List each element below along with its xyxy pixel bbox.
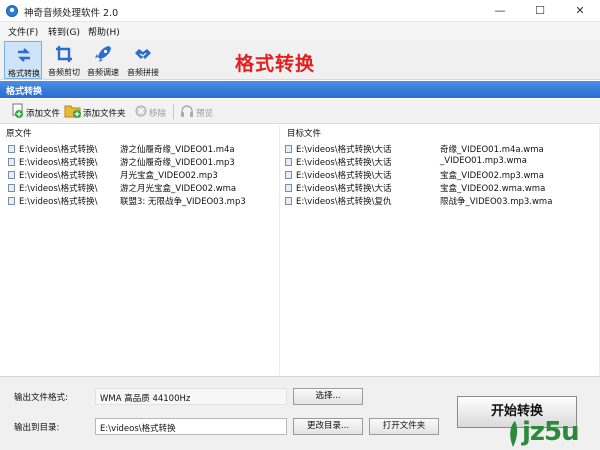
tool-format-convert[interactable]: 格式转换 [4,41,42,79]
file-icon [8,184,15,192]
close-button[interactable]: ✕ [560,0,600,22]
watermark-leaf-icon [510,421,518,447]
minimize-button[interactable]: — [480,0,520,22]
file-icon [285,171,292,179]
action-bar: 添加文件 添加文件夹 移除 预览 [0,99,600,124]
menu-bar: 文件(F) 转到(G) 帮助(H) [0,22,600,40]
rocket-icon [95,46,111,62]
target-header: 目标文件 [287,129,322,139]
remove-label: 移除 [149,109,167,119]
site-watermark: jz5u [505,417,595,449]
section-header: 格式转换 [0,81,600,98]
change-dir-button[interactable]: 更改目录... [293,418,363,435]
file-icon [285,184,292,192]
headphones-icon [181,105,193,117]
add-folder-label: 添加文件夹 [83,109,126,119]
file-icon [8,145,15,153]
add-file-label: 添加文件 [26,109,61,119]
output-dir-input[interactable]: E:\videos\格式转换 [95,418,287,435]
watermark-text: jz5u [522,417,580,447]
menu-help[interactable]: 帮助(H) [88,25,120,38]
output-dir-label: 输出到目录: [14,423,60,433]
file-icon [8,197,15,205]
output-format-label: 输出文件格式: [14,393,68,403]
menu-file[interactable]: 文件(F) [8,25,38,38]
window-title: 神奇音频处理软件 2.0 [24,8,119,19]
tool-audio-speed[interactable]: 音频调速 [84,41,122,79]
preview-label: 预览 [196,109,214,119]
section-title: 格式转换 [6,87,43,97]
title-bar: 神奇音频处理软件 2.0 — ☐ ✕ [0,0,600,22]
app-logo-icon [6,5,18,17]
file-icon [285,145,292,153]
convert-arrows-icon [18,48,30,62]
file-icon [285,158,292,166]
toolbar-divider [173,104,174,119]
tool-audio-join[interactable]: 音频拼接 [124,41,162,79]
tool-audio-cut[interactable]: 音频剪切 [45,41,83,79]
open-folder-button[interactable]: 打开文件夹 [369,418,439,435]
handshake-icon [135,49,151,59]
output-format-field: WMA 高品质 44100Hz [95,388,287,405]
menu-goto[interactable]: 转到(G) [48,25,80,38]
source-file-list[interactable]: 原文件 E:\videos\格式转换\ 游之仙履奇缘_VIDEO01.m4a E… [0,125,280,375]
page-title: 格式转换 [235,53,316,75]
source-header: 原文件 [6,129,32,139]
select-format-button[interactable]: 选择... [293,388,363,405]
remove-icon [135,105,147,117]
maximize-button[interactable]: ☐ [520,0,560,22]
tool-label: 音频拼接 [127,68,159,77]
file-icon [8,171,15,179]
file-icon [285,197,292,205]
target-file-list[interactable]: 目标文件 E:\videos\格式转换\大话 奇缘_VIDEO01.m4a.wm… [281,125,600,375]
add-file-icon [12,103,23,118]
add-folder-icon [64,105,81,118]
file-icon [8,158,15,166]
crop-icon [56,46,72,62]
